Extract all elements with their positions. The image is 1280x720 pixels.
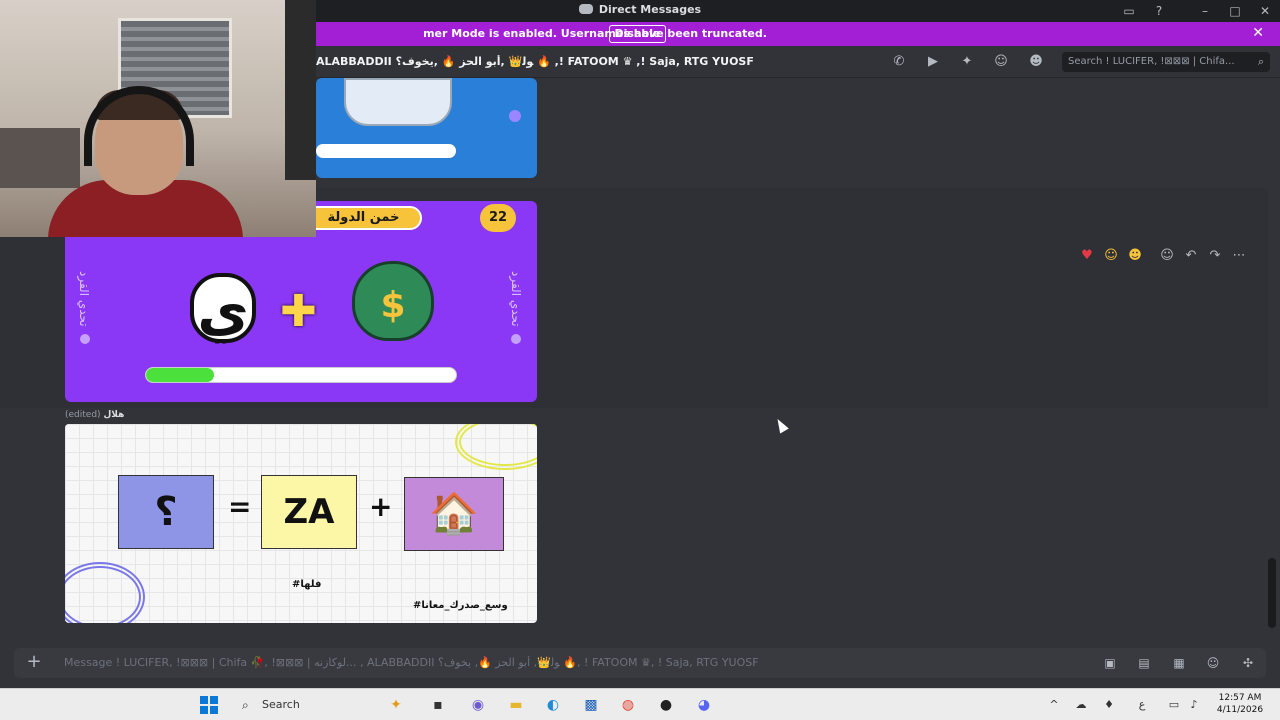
tray-overflow-icon[interactable]: ^ [1046,697,1062,713]
hashtag-1: #فلها [292,579,322,590]
side-label-left: تحدي القرد [77,271,91,327]
heart-reaction-icon[interactable]: ♥ [1078,247,1096,265]
video-call-icon[interactable]: ▶ [925,54,941,70]
more-options-icon[interactable]: ⋯ [1230,247,1248,265]
discord-window: Direct Messages ▭ ? – □ ✕ mer Mode is en… [0,0,1280,720]
house-box: 🏠 [404,477,504,551]
apps-icon[interactable]: ✣ [1240,655,1256,671]
store-icon[interactable]: ▩ [581,695,601,715]
discord-taskbar-icon[interactable]: ◕ [694,695,714,715]
side-marker-top [509,110,521,122]
sticker-icon[interactable]: ▦ [1171,655,1187,671]
message-actions-toolbar: ♥ ☺ ☻ ☺ ↶ ↷ ⋯ [1074,246,1254,266]
file-explorer-icon[interactable]: ▬ [506,695,526,715]
banner-close-icon[interactable]: ✕ [1252,25,1264,41]
message-composer: + Message ! LUCIFER, !⊠⊠⊠ | Chifa 🥀, !⊠⊠… [0,642,1280,688]
za-box: ZA [261,475,357,549]
equals-sign: = [228,490,252,523]
copilot-icon[interactable]: ◉ [468,695,488,715]
close-button[interactable]: ✕ [1256,2,1274,20]
chrome-icon[interactable]: ◍ [618,695,638,715]
task-view-icon[interactable]: ▪ [428,695,448,715]
side-marker-right [511,334,521,344]
clock-date: 4/11/2026 [1216,705,1264,715]
progress-bar-top [316,144,456,158]
plus-operator: + [369,490,393,523]
webcam-overlay [0,0,316,237]
question-box: ؟ [118,475,214,549]
message-author[interactable]: هلال [103,410,124,420]
gift-icon[interactable]: ▣ [1102,655,1118,671]
question-number-badge: 22 [480,204,516,232]
add-reaction-icon[interactable]: ☺ [1158,247,1176,265]
voice-call-icon[interactable]: ✆ [891,54,907,70]
windows-taskbar: ⌕ Search ✦ ▪ ◉ ▬ ◐ ▩ ◍ ● ◕ ^ ☁ ♦ ع ▭ ♪ 1… [0,688,1280,720]
minimize-button[interactable]: – [1196,2,1214,20]
money-bag-icon: $ [352,261,434,341]
search-placeholder: Search ! LUCIFER, !⊠⊠⊠ | Chifa... [1068,56,1235,67]
timer-progress-fill [146,368,215,382]
taskbar-search-label: Search [262,698,300,711]
clock-time: 12:57 AM [1218,693,1262,703]
discord-icon [578,4,593,14]
composer-box: + Message ! LUCIFER, !⊠⊠⊠ | Chifa 🥀, !⊠⊠… [14,648,1266,678]
network-icon[interactable]: ▭ [1166,697,1182,713]
forward-icon[interactable]: ↷ [1206,247,1224,265]
search-icon: ⌕ [242,698,249,712]
widget-icon[interactable]: ✦ [386,695,406,715]
clock[interactable]: 12:57 AM 4/11/2026 [1212,692,1268,716]
scrollbar-thumb[interactable] [1268,558,1276,628]
search-icon: ⌕ [1257,55,1264,68]
guess-country-pill: خمن الدولة [305,206,422,230]
webcam-door [285,0,316,180]
taskbar-search[interactable]: ⌕ Search [236,696,356,714]
member-list-icon[interactable]: ☻ [1028,54,1044,70]
mouse-cursor [773,416,789,434]
plus-sign: ✚ [280,286,317,337]
joy-reaction-icon[interactable]: ☻ [1126,247,1144,265]
pin-icon[interactable]: ✦ [959,54,975,70]
start-icon[interactable] [200,696,218,714]
maximize-button[interactable]: □ [1226,2,1244,20]
language-indicator[interactable]: ع [1134,697,1150,713]
arabic-letter-glyph: ي [190,273,256,344]
image-attachment-puzzle[interactable]: ؟ = ZA + 🏠 #فلها #وسع_صدرك_معانا [65,424,537,623]
disable-button[interactable]: Disable [609,25,666,43]
add-friends-icon[interactable]: ☺ [993,54,1009,70]
timer-progress-bar [145,367,457,383]
hashtag-2: #وسع_صدرك_معانا [413,600,508,611]
reply-icon[interactable]: ↶ [1182,247,1200,265]
search-input[interactable]: Search ! LUCIFER, !⊠⊠⊠ | Chifa... ⌕ [1062,52,1270,72]
obs-icon[interactable]: ● [656,695,676,715]
emoji-icon[interactable]: ☺ [1205,655,1221,671]
help-icon[interactable]: ? [1150,2,1168,20]
screen-share-icon[interactable]: ▭ [1120,2,1138,20]
side-label-right: تحدي القرد [509,271,523,327]
message-author-line: (edited) هلال [65,410,124,420]
window-title-text: Direct Messages [598,3,702,16]
cloud-icon[interactable]: ☁ [1073,697,1089,713]
message-input[interactable]: Message ! LUCIFER, !⊠⊠⊠ | Chifa 🥀, !⊠⊠⊠ … [64,656,924,669]
laughing-reaction-icon[interactable]: ☺ [1102,247,1120,265]
edited-note: (edited) [65,410,101,420]
microphone-icon[interactable]: ♦ [1101,697,1117,713]
volume-icon[interactable]: ♪ [1186,697,1202,713]
gif-icon[interactable]: ▤ [1136,655,1152,671]
upload-plus-icon[interactable]: + [24,652,44,672]
edge-icon[interactable]: ◐ [543,695,563,715]
side-marker-left [80,334,90,344]
image-attachment-top[interactable] [316,78,537,178]
ice-image [344,78,452,126]
webcam-desk [0,128,80,188]
